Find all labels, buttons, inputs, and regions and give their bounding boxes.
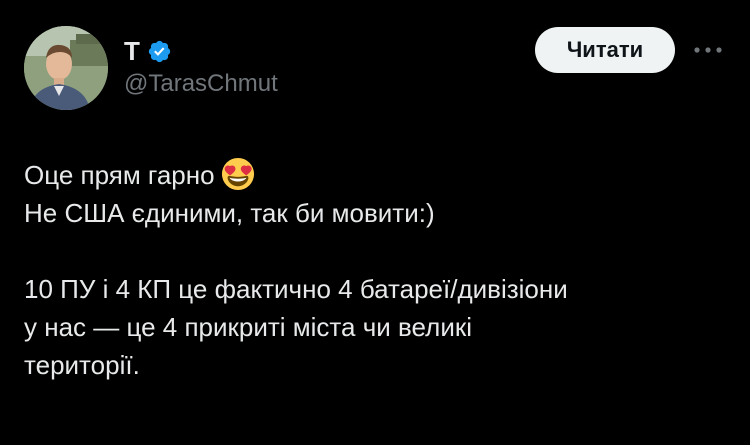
tweet-line-4: у нас — це 4 прикриті міста чи великі	[24, 312, 472, 342]
author-handle[interactable]: @TarasChmut	[124, 69, 278, 99]
more-options-button[interactable]	[690, 38, 726, 62]
tweet-line-1-text: Оце прям гарно	[24, 160, 215, 190]
author-display-name[interactable]: T	[124, 35, 140, 67]
tweet-line-5: території.	[24, 350, 140, 380]
tweet-line-2: Не США єдиними, так би мовити:)	[24, 198, 435, 228]
tweet-text: Оце прям гарно Не США єдиними, так би мо…	[24, 156, 724, 384]
verified-badge-icon	[148, 40, 171, 62]
profile-photo-icon	[24, 26, 108, 110]
more-horizontal-icon	[694, 47, 722, 53]
author-name-row: T	[124, 35, 172, 67]
follow-button[interactable]: Читати	[535, 27, 675, 73]
avatar[interactable]	[24, 26, 108, 110]
tweet-line-1: Оце прям гарно	[24, 156, 724, 194]
heart-eyes-emoji-icon	[221, 157, 254, 191]
tweet-line-3: 10 ПУ і 4 КП це фактично 4 батареї/дивіз…	[24, 274, 568, 304]
